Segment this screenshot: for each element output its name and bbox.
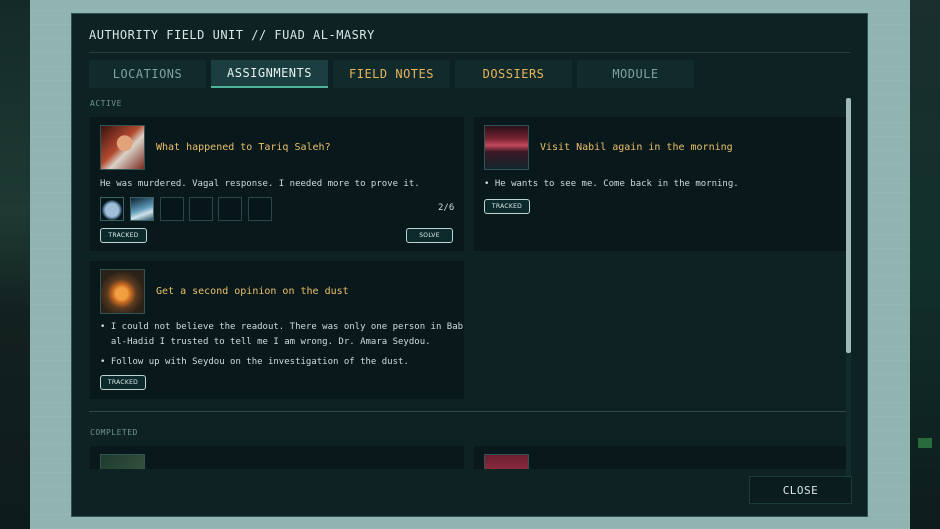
evidence-slot-4[interactable] [189,197,213,221]
portrait-tariq [100,125,145,170]
evidence-slot-1[interactable] [100,197,124,221]
assignment-title: What happened to Tariq Saleh? [156,142,331,153]
assignment-note: • I could not believe the readout. There… [100,322,464,332]
scrollbar[interactable] [846,98,851,483]
completed-card[interactable] [474,446,847,469]
scrollbar-thumb[interactable] [846,98,851,353]
portrait-nabil-location [484,125,529,170]
portrait-completed [100,454,145,469]
section-divider [89,411,846,412]
assignment-card-tariq[interactable]: What happened to Tariq Saleh? He was mur… [90,117,464,251]
background-right [910,0,940,529]
completed-card[interactable] [90,446,464,469]
tab-locations[interactable]: LOCATIONS [89,60,206,88]
tab-field-notes[interactable]: FIELD NOTES [333,60,450,88]
assignment-title: Get a second opinion on the dust [156,286,349,297]
tracked-button[interactable]: TRACKED [484,199,530,214]
evidence-progress: 2/6 [438,203,455,213]
active-section-label: ACTIVE [90,99,122,108]
modal-title: AUTHORITY FIELD UNIT // FUAD AL-MASRY [89,28,375,42]
tab-assignments[interactable]: ASSIGNMENTS [211,60,328,88]
evidence-slot-2[interactable] [130,197,154,221]
solve-button[interactable]: SOLVE [406,228,453,243]
tab-dossiers[interactable]: DOSSIERS [455,60,572,88]
title-divider [89,52,850,53]
evidence-slot-5[interactable] [218,197,242,221]
tab-module[interactable]: MODULE [577,60,694,88]
portrait-completed [484,454,529,469]
background-left [0,0,30,529]
assignment-card-nabil[interactable]: Visit Nabil again in the morning • He wa… [474,117,847,251]
evidence-slot-6[interactable] [248,197,272,221]
portrait-dust-sample [100,269,145,314]
assignment-note: • He wants to see me. Come back in the m… [484,179,739,189]
tracked-button[interactable]: TRACKED [100,228,147,243]
assignment-note: • Follow up with Seydou on the investiga… [100,357,409,367]
tracked-button[interactable]: TRACKED [100,375,146,390]
close-button[interactable]: CLOSE [749,476,852,504]
assignment-title: Visit Nabil again in the morning [540,142,733,153]
assignment-note: al-Hadid I trusted to tell me I am wrong… [100,337,431,347]
tab-bar: LOCATIONS ASSIGNMENTS FIELD NOTES DOSSIE… [89,60,694,88]
background-indicator [918,438,932,448]
completed-section-label: COMPLETED [90,428,138,437]
assignment-card-dust[interactable]: Get a second opinion on the dust • I cou… [90,261,464,399]
assignment-description: He was murdered. Vagal response. I neede… [100,179,420,189]
assignments-modal: AUTHORITY FIELD UNIT // FUAD AL-MASRY LO… [71,13,868,517]
evidence-slot-3[interactable] [160,197,184,221]
